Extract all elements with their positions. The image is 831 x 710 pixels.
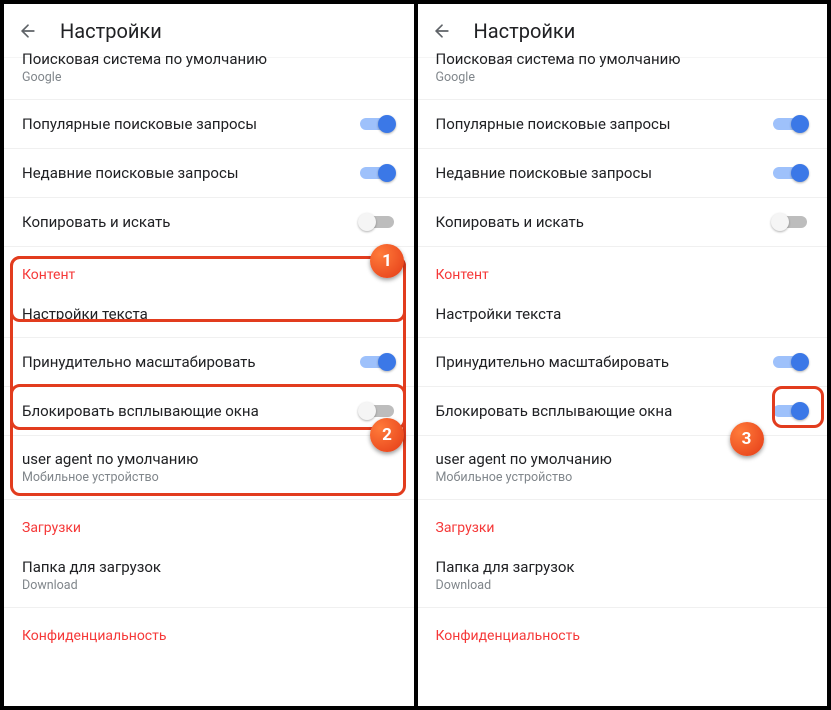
- setting-label: Популярные поисковые запросы: [436, 115, 772, 133]
- section-header-privacy: Конфиденциальность: [4, 608, 414, 652]
- setting-force-zoom[interactable]: Принудительно масштабировать: [418, 338, 828, 387]
- setting-label: user agent по умолчанию: [436, 450, 810, 468]
- setting-label: Популярные поисковые запросы: [22, 115, 358, 133]
- section-header-downloads: Загрузки: [4, 500, 414, 544]
- setting-value: Мобильное устройство: [436, 470, 810, 485]
- setting-label: Копировать и искать: [436, 213, 772, 231]
- setting-default-search-engine[interactable]: Поисковая система по умолчанию Google: [4, 58, 414, 100]
- setting-value: Google: [436, 70, 810, 85]
- setting-copy-and-search[interactable]: Копировать и искать: [4, 198, 414, 247]
- setting-text-settings[interactable]: Настройки текста: [4, 291, 414, 338]
- setting-popular-search-queries[interactable]: Популярные поисковые запросы: [4, 100, 414, 149]
- setting-copy-and-search[interactable]: Копировать и искать: [418, 198, 828, 247]
- section-header-content: Контент: [4, 247, 414, 291]
- phone-screenshot-right: Настройки Поисковая система по умолчанию…: [418, 4, 828, 706]
- page-title: Настройки: [474, 19, 576, 43]
- setting-value: Мобильное устройство: [22, 470, 396, 485]
- setting-label: Недавние поисковые запросы: [22, 164, 358, 182]
- setting-label: Блокировать всплывающие окна: [436, 402, 772, 420]
- setting-label: Поисковая система по умолчанию: [436, 50, 810, 68]
- section-header-content: Контент: [418, 247, 828, 291]
- back-arrow-icon[interactable]: [18, 21, 38, 41]
- setting-label: Недавние поисковые запросы: [436, 164, 772, 182]
- setting-label: Принудительно масштабировать: [22, 353, 358, 371]
- toggle-switch[interactable]: [771, 212, 809, 232]
- toggle-switch[interactable]: [771, 401, 809, 421]
- toggle-switch[interactable]: [358, 401, 396, 421]
- setting-text-settings[interactable]: Настройки текста: [418, 291, 828, 338]
- setting-default-user-agent[interactable]: user agent по умолчанию Мобильное устрой…: [4, 436, 414, 500]
- setting-default-search-engine[interactable]: Поисковая система по умолчанию Google: [418, 58, 828, 100]
- setting-label: Принудительно масштабировать: [436, 353, 772, 371]
- toggle-switch[interactable]: [771, 163, 809, 183]
- section-header-privacy: Конфиденциальность: [418, 608, 828, 652]
- section-header-downloads: Загрузки: [418, 500, 828, 544]
- setting-label: Блокировать всплывающие окна: [22, 402, 358, 420]
- setting-force-zoom[interactable]: Принудительно масштабировать: [4, 338, 414, 387]
- setting-label: Настройки текста: [22, 305, 396, 323]
- setting-label: Копировать и искать: [22, 213, 358, 231]
- setting-block-popups[interactable]: Блокировать всплывающие окна: [418, 387, 828, 436]
- setting-default-user-agent[interactable]: user agent по умолчанию Мобильное устрой…: [418, 436, 828, 500]
- setting-label: Папка для загрузок: [22, 558, 396, 576]
- toggle-switch[interactable]: [358, 114, 396, 134]
- setting-popular-search-queries[interactable]: Популярные поисковые запросы: [418, 100, 828, 149]
- toggle-switch[interactable]: [771, 352, 809, 372]
- setting-label: Поисковая система по умолчанию: [22, 50, 396, 68]
- setting-block-popups[interactable]: Блокировать всплывающие окна: [4, 387, 414, 436]
- phone-screenshot-left: Настройки Поисковая система по умолчанию…: [4, 4, 414, 706]
- setting-label: Папка для загрузок: [436, 558, 810, 576]
- setting-value: Download: [22, 578, 396, 593]
- back-arrow-icon[interactable]: [432, 21, 452, 41]
- toggle-switch[interactable]: [358, 212, 396, 232]
- toggle-switch[interactable]: [358, 352, 396, 372]
- toggle-switch[interactable]: [358, 163, 396, 183]
- setting-value: Download: [436, 578, 810, 593]
- setting-label: Настройки текста: [436, 305, 810, 323]
- setting-recent-search-queries[interactable]: Недавние поисковые запросы: [4, 149, 414, 198]
- setting-download-folder[interactable]: Папка для загрузок Download: [418, 544, 828, 608]
- page-title: Настройки: [60, 19, 162, 43]
- setting-download-folder[interactable]: Папка для загрузок Download: [4, 544, 414, 608]
- setting-value: Google: [22, 70, 396, 85]
- setting-recent-search-queries[interactable]: Недавние поисковые запросы: [418, 149, 828, 198]
- toggle-switch[interactable]: [771, 114, 809, 134]
- setting-label: user agent по умолчанию: [22, 450, 396, 468]
